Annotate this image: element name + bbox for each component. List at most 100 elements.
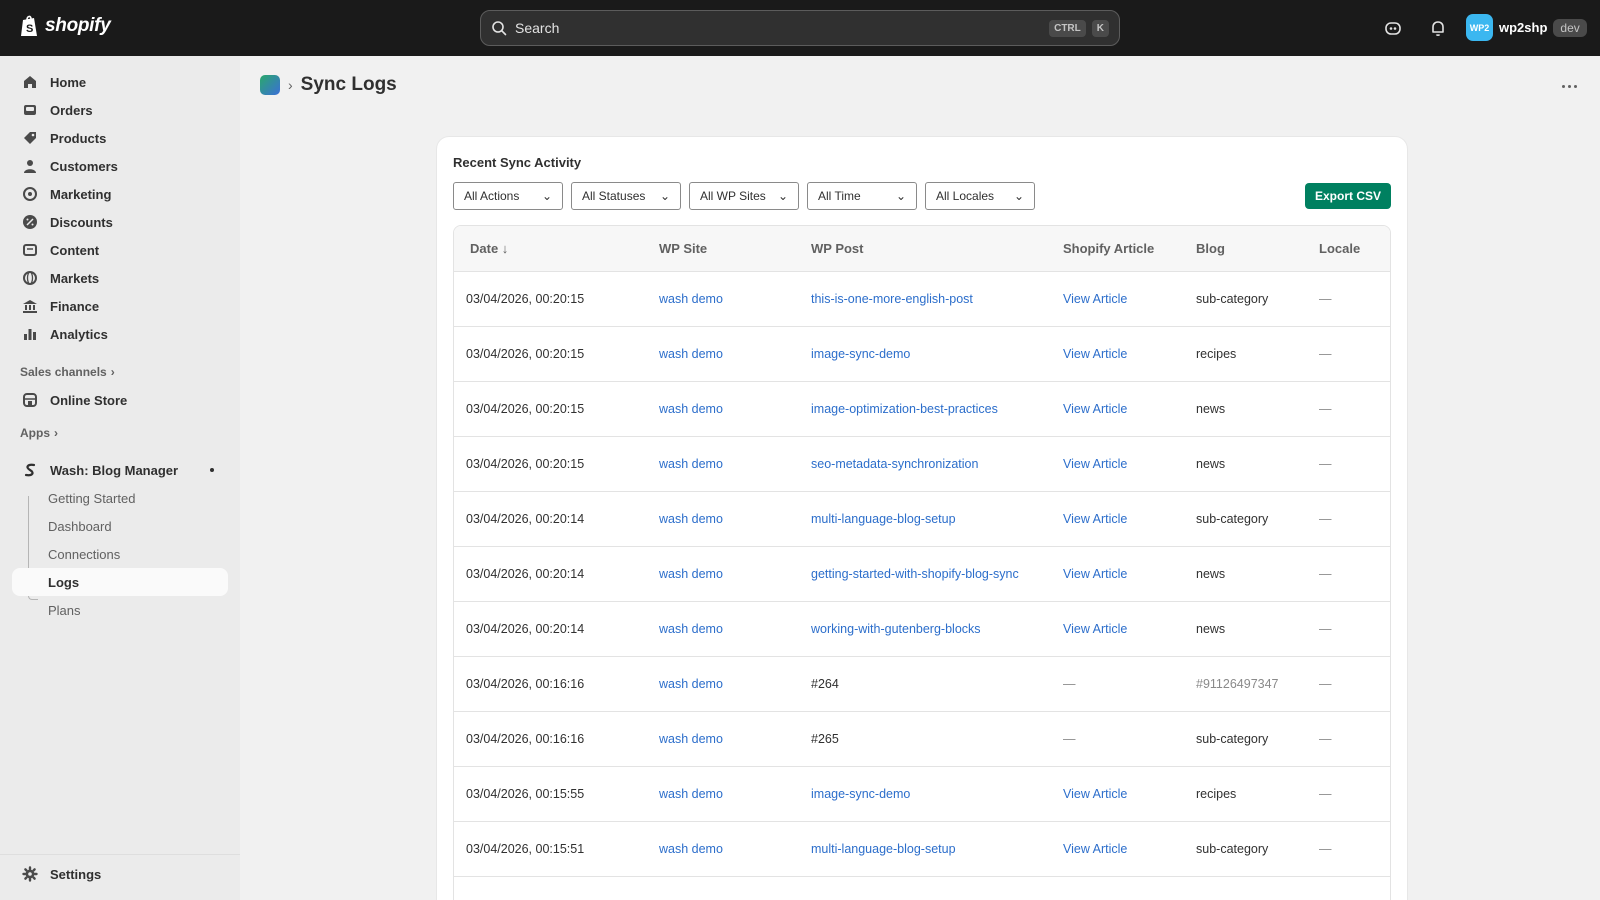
sidebar-item-analytics[interactable]: Analytics (12, 320, 228, 348)
filter-statuses[interactable]: All Statuses ⌄ (571, 182, 681, 210)
sidebar-item-online-store[interactable]: Online Store (12, 386, 228, 414)
sidebar-subitem-connections[interactable]: Connections (12, 540, 228, 568)
sidebar-item-orders[interactable]: Orders (12, 96, 228, 124)
chevron-down-icon: ⌄ (777, 189, 788, 203)
table-body: 03/04/2026, 00:20:15 wash demo this-is-one… (454, 272, 1390, 877)
sidebar-item-label: Finance (50, 298, 100, 314)
cell-wp-post-link[interactable]: seo-metadata-synchronization (811, 457, 978, 471)
env-badge: dev (1553, 18, 1587, 37)
cell-wp-post-link[interactable]: image-sync-demo (811, 347, 910, 361)
cell-wp-site-link[interactable]: wash demo (659, 732, 723, 746)
chevron-right-icon: › (110, 365, 115, 379)
sidebar-subitem-dashboard[interactable]: Dashboard (12, 512, 228, 540)
cell-wp-site-link[interactable]: wash demo (659, 622, 723, 636)
cell-wp-site-link[interactable]: wash demo (659, 457, 723, 471)
gear-icon (22, 866, 38, 882)
chevron-down-icon: ⌄ (541, 189, 552, 203)
sidebar-item-app-wash[interactable]: Wash: Blog Manager (12, 456, 228, 484)
bar-chart-icon (24, 329, 36, 340)
column-header-date[interactable]: Date ↓ (470, 241, 508, 256)
filter-locales[interactable]: All Locales ⌄ (925, 182, 1035, 210)
sidebar-subitem-getting-started[interactable]: Getting Started (12, 484, 228, 512)
sidebar-item-home[interactable]: Home (12, 68, 228, 96)
sync-activity-card: Recent Sync Activity All Actions ⌄ All St… (437, 137, 1407, 900)
more-actions-button[interactable] (1556, 76, 1582, 96)
sidebar-subitem-plans[interactable]: Plans (12, 596, 228, 624)
view-article-link[interactable]: View Article (1063, 512, 1127, 526)
orders-icon (24, 105, 36, 115)
storefront-icon (23, 393, 37, 407)
search-bar[interactable]: CTRL K (480, 10, 1120, 46)
view-article-link[interactable]: View Article (1063, 402, 1127, 416)
cell-date: 03/04/2026, 00:20:14 (466, 622, 585, 636)
app-badge-icon[interactable] (260, 75, 280, 95)
sales-channels-heading[interactable]: Sales channels › (20, 365, 115, 379)
cell-wp-site-link[interactable]: wash demo (659, 567, 723, 581)
table-row: 03/04/2026, 00:20:15 wash demo image-optim… (454, 382, 1390, 437)
cell-wp-site-link[interactable]: wash demo (659, 347, 723, 361)
cell-locale: — (1319, 402, 1332, 416)
bell-icon[interactable] (1428, 18, 1448, 38)
filter-bar: All Actions ⌄ All Statuses ⌄ All WP Sites ⌄… (453, 182, 1035, 210)
sidebar-subitem-logs[interactable]: Logs (12, 568, 228, 596)
sidebar-item-label: Marketing (50, 186, 112, 202)
shopify-bag-icon: S (21, 15, 37, 36)
filter-time[interactable]: All Time ⌄ (807, 182, 917, 210)
cell-date: 03/04/2026, 00:20:15 (466, 292, 585, 306)
sidebar-item-customers[interactable]: Customers (12, 152, 228, 180)
sidebar-item-label: Discounts (50, 214, 113, 230)
cell-wp-post-link[interactable]: multi-language-blog-setup (811, 512, 956, 526)
cell-wp-site-link[interactable]: wash demo (659, 787, 723, 801)
chevron-down-icon: ⌄ (895, 189, 906, 203)
cell-wp-site-link[interactable]: wash demo (659, 292, 723, 306)
divider (0, 854, 240, 855)
cell-blog: sub-category (1196, 292, 1269, 306)
filter-actions[interactable]: All Actions ⌄ (453, 182, 563, 210)
sidebar-item-settings[interactable]: Settings (12, 860, 228, 888)
sidebar-item-content[interactable]: Content (12, 236, 228, 264)
sidebar-item-finance[interactable]: Finance (12, 292, 228, 320)
sidebar-item-discounts[interactable]: Discounts (12, 208, 228, 236)
cell-wp-post-link[interactable]: this-is-one-more-english-post (811, 292, 973, 306)
view-article-link[interactable]: View Article (1063, 622, 1127, 636)
cell-blog: recipes (1196, 787, 1237, 801)
sidebar-item-label: Orders (50, 102, 93, 118)
column-header-blog: Blog (1196, 241, 1225, 256)
cell-wp-site-link[interactable]: wash demo (659, 402, 723, 416)
view-article-link[interactable]: View Article (1063, 292, 1127, 306)
search-input[interactable] (515, 20, 1044, 36)
filter-wp-sites[interactable]: All WP Sites ⌄ (689, 182, 799, 210)
view-article-link[interactable]: View Article (1063, 457, 1127, 471)
cell-wp-post-link[interactable]: image-sync-demo (811, 787, 910, 801)
shopify-logo[interactable]: S shopify (20, 14, 111, 38)
table-row: 03/04/2026, 00:15:51 wash demo multi-langu… (454, 822, 1390, 877)
cell-wp-post-link[interactable]: multi-language-blog-setup (811, 842, 956, 856)
sidebar-item-markets[interactable]: Markets (12, 264, 228, 292)
table-row: 03/04/2026, 00:20:14 wash demo working-wit… (454, 602, 1390, 657)
cell-blog: sub-category (1196, 512, 1269, 526)
sidekick-icon[interactable] (1383, 18, 1403, 38)
table-header: Date ↓ WP Site WP Post Shopify Article B… (454, 226, 1390, 272)
view-article-link[interactable]: View Article (1063, 347, 1127, 361)
cell-locale: — (1319, 567, 1332, 581)
export-csv-button[interactable]: Export CSV (1305, 183, 1391, 209)
column-header-shopify-article: Shopify Article (1063, 241, 1155, 256)
sidebar-item-products[interactable]: Products (12, 124, 228, 152)
cell-wp-post-link[interactable]: image-optimization-best-practices (811, 402, 998, 416)
view-article-link[interactable]: View Article (1063, 567, 1127, 581)
account-menu[interactable]: WP2 wp2shp dev (1466, 14, 1587, 41)
cell-wp-site-link[interactable]: wash demo (659, 512, 723, 526)
page-header: › Sync Logs (260, 74, 397, 96)
sidebar-item-marketing[interactable]: Marketing (12, 180, 228, 208)
cell-wp-site-link[interactable]: wash demo (659, 842, 723, 856)
cell-wp-post-link[interactable]: getting-started-with-shopify-blog-sync (811, 567, 1019, 581)
table-row: 03/04/2026, 00:20:14 wash demo multi-langu… (454, 492, 1390, 547)
cell-wp-post-link[interactable]: working-with-gutenberg-blocks (811, 622, 981, 636)
view-article-link[interactable]: View Article (1063, 842, 1127, 856)
view-article-link[interactable]: View Article (1063, 787, 1127, 801)
apps-heading[interactable]: Apps › (20, 426, 58, 440)
store-name: wp2shp (1499, 20, 1548, 35)
cell-locale: — (1319, 842, 1332, 856)
cell-locale: — (1319, 622, 1332, 636)
cell-wp-site-link[interactable]: wash demo (659, 677, 723, 691)
